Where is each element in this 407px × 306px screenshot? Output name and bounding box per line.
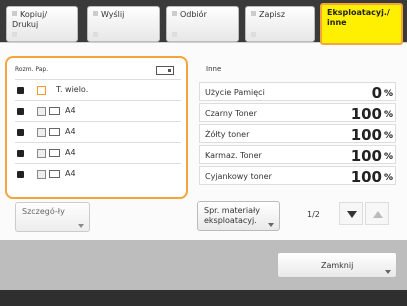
meter-label: Czarny Toner xyxy=(205,109,257,118)
source-number-icon xyxy=(17,87,24,94)
meter-value: 100 xyxy=(350,147,382,165)
paper-source-label: A4 xyxy=(65,106,76,115)
meter-unit: % xyxy=(383,131,393,141)
paper-source-label: A4 xyxy=(65,148,76,157)
meter-label: Karmaz. Toner xyxy=(205,151,262,160)
paper-source-label: A4 xyxy=(65,127,76,136)
tab-indicator-icon xyxy=(12,32,17,37)
yellow-toner-meter: Żółty toner 100 % xyxy=(199,124,396,144)
details-button-label: Szczegó-ły xyxy=(22,207,65,216)
tab-indicator-icon xyxy=(12,11,17,16)
status-footer xyxy=(0,290,407,306)
black-toner-meter: Czarny Toner 100 % xyxy=(199,103,396,123)
tab-consumables-other[interactable]: Eksploatacyj./ inne xyxy=(320,3,403,45)
page-indicator: 1/2 xyxy=(307,210,320,219)
meter-unit: % xyxy=(383,152,393,162)
paper-source-row: T. wielo. xyxy=(15,79,181,99)
tab-label: Odbiór xyxy=(180,10,207,19)
paper-source-row: A4 xyxy=(15,163,181,183)
paper-source-label: T. wielo. xyxy=(56,85,89,94)
meter-value: 100 xyxy=(350,105,382,123)
scroll-down-button[interactable] xyxy=(339,202,363,225)
tab-indicator-icon xyxy=(172,11,177,16)
paper-size-panel: Rozm. Pap. T. wielo. A4 A4 A4 A4 xyxy=(5,56,188,199)
tab-indicator-icon xyxy=(93,11,98,16)
tab-label: Kopiuj/ Drukuj xyxy=(12,10,48,29)
memory-usage-meter: Użycie Pamięci 0 % xyxy=(199,82,396,102)
chevron-down-icon xyxy=(347,211,357,218)
paper-sheet-icon xyxy=(49,170,60,178)
tab-save[interactable]: Zapisz xyxy=(245,6,315,42)
paper-stack-icon xyxy=(37,107,46,116)
paper-stack-icon xyxy=(37,149,46,158)
tab-indicator-icon xyxy=(251,32,256,37)
submenu-arrow-icon xyxy=(78,224,84,228)
paper-stack-icon xyxy=(37,128,46,137)
paper-source-row: A4 xyxy=(15,142,181,162)
tab-indicator-icon xyxy=(172,32,177,37)
tab-label: Wyślij xyxy=(101,10,125,19)
meter-value: 0 xyxy=(371,84,382,102)
meter-unit: % xyxy=(383,173,393,183)
paper-sheet-icon xyxy=(49,128,60,136)
tab-label: Zapisz xyxy=(259,10,286,19)
meter-label: Użycie Pamięci xyxy=(205,88,265,97)
source-number-icon xyxy=(17,108,24,115)
submenu-arrow-icon xyxy=(268,223,274,227)
tab-label: Eksploatacyj./ inne xyxy=(327,8,390,27)
check-consumables-button[interactable]: Spr. materiały eksploatacyj. xyxy=(197,201,280,231)
paper-source-row: A4 xyxy=(15,100,181,120)
tab-copy-print[interactable]: Kopiuj/ Drukuj xyxy=(6,6,78,42)
paper-settings-icon[interactable] xyxy=(156,66,174,75)
meter-label: Cyjankowy toner xyxy=(205,172,272,181)
meter-unit: % xyxy=(383,110,393,120)
meter-label: Żółty toner xyxy=(205,130,250,139)
close-button[interactable]: Zamknij xyxy=(277,252,397,278)
meter-value: 100 xyxy=(350,168,382,186)
source-number-icon xyxy=(17,171,24,178)
tab-indicator-icon xyxy=(93,32,98,37)
source-number-icon xyxy=(17,150,24,157)
multipurpose-tray-icon xyxy=(37,86,46,95)
details-button[interactable]: Szczegó-ły xyxy=(15,202,90,232)
scroll-up-button[interactable] xyxy=(365,202,389,225)
cyan-toner-meter: Cyjankowy toner 100 % xyxy=(199,166,396,186)
paper-stack-icon xyxy=(37,170,46,179)
paper-size-header: Rozm. Pap. xyxy=(15,66,49,73)
close-button-label: Zamknij xyxy=(321,261,354,270)
chevron-up-icon xyxy=(373,211,383,218)
paper-source-row: A4 xyxy=(15,121,181,141)
meter-value: 100 xyxy=(350,126,382,144)
meter-unit: % xyxy=(383,89,393,99)
tab-indicator-icon xyxy=(251,11,256,16)
tab-send[interactable]: Wyślij xyxy=(87,6,160,42)
paper-source-label: A4 xyxy=(65,169,76,178)
paper-sheet-icon xyxy=(49,107,60,115)
source-number-icon xyxy=(17,129,24,136)
magenta-toner-meter: Karmaz. Toner 100 % xyxy=(199,145,396,165)
other-section-title: Inne xyxy=(206,65,222,73)
submenu-arrow-icon xyxy=(385,270,391,274)
paper-sheet-icon xyxy=(49,149,60,157)
tab-receive[interactable]: Odbiór xyxy=(166,6,239,42)
